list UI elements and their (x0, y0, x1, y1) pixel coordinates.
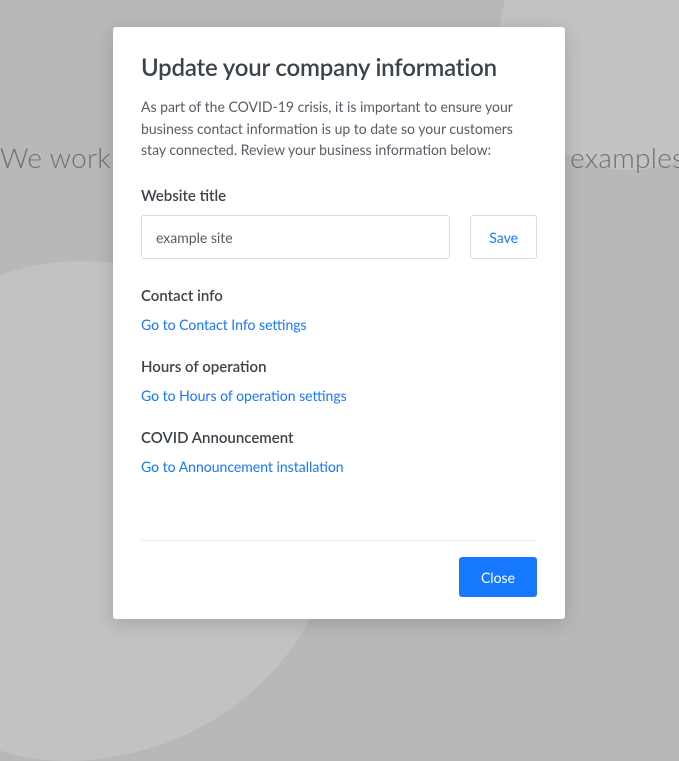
company-info-modal: Update your company information As part … (113, 27, 565, 619)
contact-info-label: Contact info (141, 287, 537, 305)
modal-footer: Close (141, 540, 537, 597)
covid-link[interactable]: Go to Announcement installation (141, 458, 344, 475)
hours-section: Hours of operation Go to Hours of operat… (141, 358, 537, 405)
website-title-label: Website title (141, 187, 537, 205)
hours-label: Hours of operation (141, 358, 537, 376)
contact-info-section: Contact info Go to Contact Info settings (141, 287, 537, 334)
modal-title: Update your company information (141, 53, 537, 82)
modal-description: As part of the COVID-19 crisis, it is im… (141, 96, 537, 161)
save-button[interactable]: Save (470, 215, 537, 259)
covid-section: COVID Announcement Go to Announcement in… (141, 429, 537, 476)
contact-info-link[interactable]: Go to Contact Info settings (141, 316, 307, 333)
hours-link[interactable]: Go to Hours of operation settings (141, 387, 347, 404)
website-title-input[interactable] (141, 215, 450, 259)
close-button[interactable]: Close (459, 557, 537, 597)
covid-label: COVID Announcement (141, 429, 537, 447)
